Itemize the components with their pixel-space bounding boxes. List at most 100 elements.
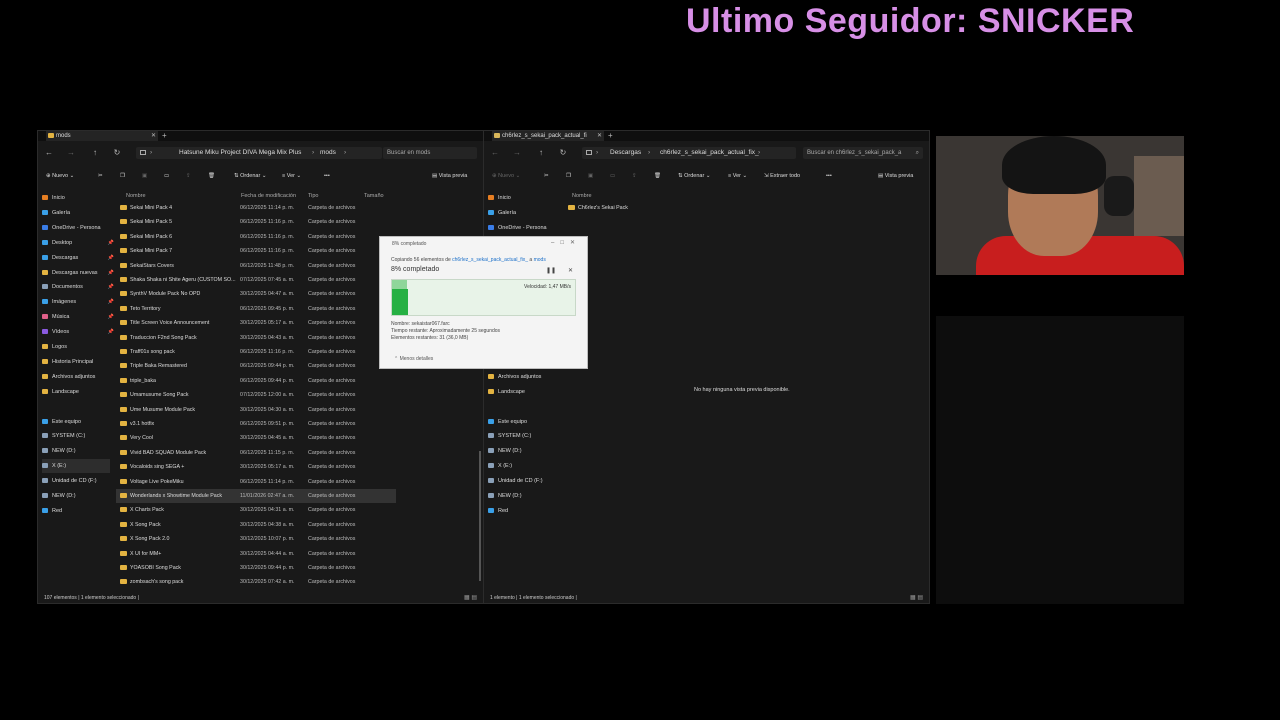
file-row[interactable]: X UI for MM+ 30/12/2025 04:44 a. m. Carpet…	[116, 547, 396, 561]
sidebar-item-new-d[interactable]: NEW (D:)	[488, 444, 556, 458]
sidebar-item-onedrive-persona[interactable]: OneDrive - Persona	[42, 221, 110, 235]
file-row[interactable]: Very Cool 30/12/2025 04:45 a. m. Carpeta d…	[116, 431, 396, 445]
file-row[interactable]: Vivid BAD SQUAD Module Pack 06/12/2025 11…	[116, 446, 396, 460]
sidebar-item-unidad-de-cd-f[interactable]: Unidad de CD (F:)	[488, 474, 556, 488]
refresh-icon[interactable]: ↻	[112, 148, 122, 158]
tab-close-icon[interactable]: ✕	[151, 131, 156, 141]
delete-icon[interactable]: 🗑	[208, 169, 215, 183]
file-row[interactable]: Ch6rlez's Sekai Pack	[564, 201, 652, 215]
file-row[interactable]: Sekai Mini Pack 4 06/12/2025 11:14 p. m. C…	[116, 201, 396, 215]
file-row[interactable]: X Charts Pack 30/12/2025 04:31 a. m. Carpe…	[116, 503, 396, 517]
sidebar-item-im-genes[interactable]: Imágenes 📌	[42, 295, 114, 309]
sidebar-item-m-sica[interactable]: Música 📌	[42, 310, 114, 324]
new-tab-button[interactable]: +	[162, 131, 167, 141]
column-name[interactable]: Nombre	[126, 191, 146, 201]
column-name[interactable]: Nombre	[572, 191, 592, 201]
delete-icon[interactable]: 🗑	[654, 169, 661, 183]
file-row[interactable]: Sekai Mini Pack 5 06/12/2025 11:16 p. m. C…	[116, 215, 396, 229]
sidebar-item-inicio[interactable]: Inicio	[42, 191, 110, 205]
sidebar-item-documentos[interactable]: Documentos 📌	[42, 280, 114, 294]
share-icon[interactable]: ⇪	[632, 169, 637, 183]
breadcrumb-0[interactable]: Hatsune Miku Project DIVA Mega Mix Plus	[179, 147, 301, 159]
sidebar-item-red[interactable]: Red	[488, 504, 556, 518]
file-row[interactable]: zombsach's song pack 30/12/2025 07:42 a. …	[116, 575, 396, 589]
copy-icon[interactable]: ❐	[120, 169, 125, 183]
sidebar-item-archivos-adjuntos[interactable]: Archivos adjuntos	[488, 370, 556, 384]
file-row[interactable]: X Song Pack 30/12/2025 04:38 a. m. Carpeta…	[116, 518, 396, 532]
sidebar-item-new-d[interactable]: NEW (D:)	[488, 489, 556, 503]
sort-button[interactable]: ⇅ Ordenar ⌄	[234, 169, 266, 183]
sidebar-item-este-equipo[interactable]: Este equipo	[488, 415, 556, 429]
view-mode-icons[interactable]: ▦ ▤	[464, 594, 477, 601]
search-input[interactable]: Buscar en ch6rlez_s_sekai_pack_a ⌕	[803, 147, 923, 159]
copy-icon[interactable]: ❐	[566, 169, 571, 183]
cut-icon[interactable]: ✂	[544, 169, 549, 183]
path-box[interactable]: › Hatsune Miku Project DIVA Mega Mix Plu…	[136, 147, 382, 159]
sidebar-item-landscape[interactable]: Landscape	[42, 385, 110, 399]
sidebar-item-red[interactable]: Red	[42, 504, 110, 518]
tab-close-icon[interactable]: ✕	[597, 131, 602, 141]
column-date[interactable]: Fecha de modificación	[241, 191, 296, 201]
file-row[interactable]: X Song Pack 2.0 30/12/2025 10:07 p. m. Car…	[116, 532, 396, 546]
less-details-button[interactable]: ⌃ Menos detalles	[394, 356, 433, 362]
file-row[interactable]: Traff01s song pack 06/12/2025 11:16 p. m.…	[116, 345, 396, 359]
paste-icon[interactable]: ▣	[142, 169, 147, 183]
file-row[interactable]: Vocaloids sing SEGA + 30/12/2025 05:17 a.…	[116, 460, 396, 474]
sidebar-item-system-c[interactable]: SYSTEM (C:)	[42, 429, 110, 443]
search-input[interactable]: Buscar en mods	[383, 147, 477, 159]
sidebar-item-x-e[interactable]: X (E:)	[488, 459, 556, 473]
breadcrumb-1[interactable]: mods	[320, 147, 336, 159]
file-row[interactable]: Traduccion F2nd Song Pack 30/12/2025 04:4…	[116, 331, 396, 345]
new-button[interactable]: ⊕ Nuevo ⌄	[492, 169, 520, 183]
cut-icon[interactable]: ✂	[98, 169, 103, 183]
file-row[interactable]: SynthV Module Pack No OPD 30/12/2025 04:4…	[116, 287, 396, 301]
file-row[interactable]: Title Screen Voice Announcement 30/12/202…	[116, 316, 396, 330]
file-row[interactable]: Sekai Mini Pack 6 06/12/2025 11:16 p. m. C…	[116, 230, 396, 244]
new-button[interactable]: ⊕ Nuevo ⌄	[46, 169, 74, 183]
up-arrow-icon[interactable]: ↑	[536, 148, 546, 158]
file-row[interactable]: Wonderlands x Showtime Module Pack 11/01/…	[116, 489, 396, 503]
file-row[interactable]: triple_baka 06/12/2025 09:44 p. m. Carpeta…	[116, 374, 396, 388]
paste-icon[interactable]: ▣	[588, 169, 593, 183]
sidebar-item-inicio[interactable]: Inicio	[488, 191, 556, 205]
sidebar-item-logos[interactable]: Logos	[42, 340, 110, 354]
file-row[interactable]: YOASOBI Song Pack 30/12/2025 09:44 p. m. C…	[116, 561, 396, 575]
rename-icon[interactable]: ▭	[164, 169, 169, 183]
back-arrow-icon[interactable]: ←	[44, 148, 54, 158]
more-options-icon[interactable]: •••	[826, 169, 832, 183]
share-icon[interactable]: ⇪	[186, 169, 191, 183]
rename-icon[interactable]: ▭	[610, 169, 615, 183]
path-box[interactable]: › Descargas › ch6rlez_s_sekai_pack_actua…	[582, 147, 796, 159]
sidebar-item-descargas[interactable]: Descargas 📌	[42, 251, 114, 265]
source-link[interactable]: ch6rlez_s_sekai_pack_actual_fix_	[452, 257, 528, 263]
window-controls[interactable]: –□✕	[551, 239, 581, 246]
sidebar-item-este-equipo[interactable]: Este equipo	[42, 415, 110, 429]
sidebar-item-new-d[interactable]: NEW (D:)	[42, 444, 110, 458]
back-arrow-icon[interactable]: ←	[490, 148, 500, 158]
sidebar-item-onedrive-persona[interactable]: OneDrive - Persona	[488, 221, 556, 235]
breadcrumb-0[interactable]: Descargas	[610, 147, 641, 159]
sidebar-item-descargas-nuevas[interactable]: Descargas nuevas 📌	[42, 266, 114, 280]
tab-sekai-pack[interactable]: ch6rlez_s_sekai_pack_actual_fi ✕	[492, 131, 604, 141]
file-row[interactable]: Shaka Shaka ni Shite Ageru (CUSTOM SO...…	[116, 273, 396, 287]
sidebar-item-unidad-de-cd-f[interactable]: Unidad de CD (F:)	[42, 474, 110, 488]
view-mode-icons[interactable]: ▦ ▤	[910, 594, 923, 601]
sidebar-item-v-deos[interactable]: Vídeos 📌	[42, 325, 114, 339]
tab-mods[interactable]: mods ✕	[46, 131, 158, 141]
pause-icon[interactable]: ❚❚	[546, 267, 556, 274]
preview-pane-button[interactable]: ▤ Vista previa	[878, 169, 913, 183]
up-arrow-icon[interactable]: ↑	[90, 148, 100, 158]
sidebar-item-landscape[interactable]: Landscape	[488, 385, 556, 399]
sidebar-item-system-c[interactable]: SYSTEM (C:)	[488, 429, 556, 443]
new-tab-button[interactable]: +	[608, 131, 613, 141]
scrollbar[interactable]	[479, 451, 481, 581]
forward-arrow-icon[interactable]: →	[512, 148, 522, 158]
file-row[interactable]: v3.1 hotfix 06/12/2025 09:51 p. m. Carpeta…	[116, 417, 396, 431]
sidebar-item-historia-principal[interactable]: Historia Principal	[42, 355, 110, 369]
cancel-icon[interactable]: ✕	[568, 267, 573, 274]
sidebar-item-archivos-adjuntos[interactable]: Archivos adjuntos	[42, 370, 110, 384]
forward-arrow-icon[interactable]: →	[66, 148, 76, 158]
file-row[interactable]: Teto Territory 06/12/2025 09:45 p. m. Carp…	[116, 302, 396, 316]
file-row[interactable]: Ume Musume Module Pack 30/12/2025 04:30 a…	[116, 403, 396, 417]
view-button[interactable]: ≡ Ver ⌄	[728, 169, 747, 183]
